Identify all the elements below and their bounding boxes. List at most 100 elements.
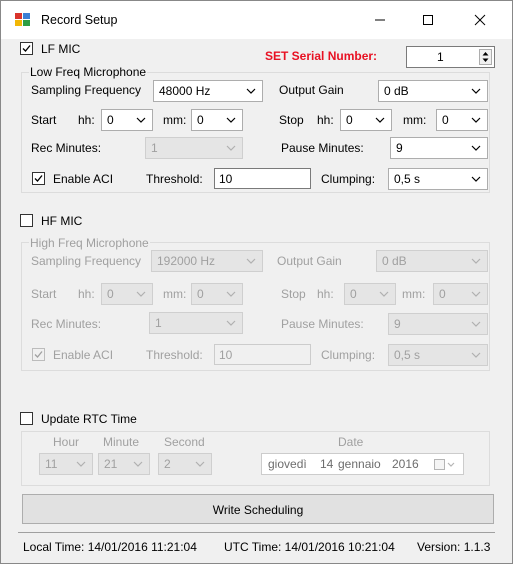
hf-gain-value: 0 dB <box>382 254 407 268</box>
chevron-down-icon <box>195 457 205 471</box>
rtc-date-label: Date <box>338 435 364 449</box>
lf-stop-mm-label: mm: <box>403 113 427 127</box>
hf-start-hh-label: hh: <box>78 287 95 301</box>
maximize-button[interactable] <box>405 1 451 39</box>
hf-gain-label: Output Gain <box>277 254 342 268</box>
hf-start-label: Start <box>31 287 57 301</box>
lf-rec-minutes-label: Rec Minutes: <box>31 141 102 155</box>
status-separator <box>18 532 495 533</box>
rtc-date-year: 2016 <box>392 457 419 471</box>
status-utc-time: UTC Time: 14/01/2016 10:21:04 <box>224 540 395 554</box>
chevron-down-icon <box>379 287 389 301</box>
chevron-down-icon <box>471 84 481 98</box>
update-rtc-checkbox[interactable] <box>20 412 33 425</box>
chevron-down-icon <box>471 113 481 127</box>
close-button[interactable] <box>457 1 503 39</box>
chevron-down-icon <box>471 141 481 155</box>
lf-sampling-select[interactable]: 48000 Hz <box>153 80 263 102</box>
chevron-down-icon <box>226 113 236 127</box>
hf-rec-minutes-label: Rec Minutes: <box>31 317 102 331</box>
lf-enable-aci-checkbox[interactable] <box>32 172 45 185</box>
rtc-date-picker[interactable]: giovedì 14 gennaio 2016 <box>261 453 464 475</box>
hf-mic-label: HF MIC <box>41 214 83 228</box>
lf-pause-minutes-label: Pause Minutes: <box>281 141 364 155</box>
hf-stop-hh-value: 0 <box>350 287 357 301</box>
hf-threshold-value: 10 <box>219 348 233 362</box>
lf-start-mm-select[interactable]: 0 <box>191 109 243 131</box>
lf-threshold-input[interactable]: 10 <box>214 168 311 189</box>
lf-stop-hh-select[interactable]: 0 <box>340 109 392 131</box>
lf-gain-select[interactable]: 0 dB <box>378 80 488 102</box>
spinner-arrows-icon[interactable] <box>479 49 492 65</box>
hf-pause-minutes-select[interactable]: 9 <box>388 313 488 335</box>
chevron-down-icon <box>471 317 481 331</box>
hf-group-title: High Freq Microphone <box>29 236 150 250</box>
hf-start-mm-select[interactable]: 0 <box>191 283 243 305</box>
lf-clumping-select[interactable]: 0,5 s <box>388 168 488 190</box>
lf-mic-checkbox[interactable] <box>20 42 33 55</box>
status-version: Version: 1.1.3 <box>417 540 491 554</box>
record-setup-window: Record Setup LF MIC SET Serial Number: 1… <box>0 0 513 564</box>
update-rtc-label: Update RTC Time <box>41 412 137 426</box>
checkmark-icon <box>34 175 43 182</box>
lf-threshold-value: 10 <box>219 172 233 186</box>
lf-start-hh-value: 0 <box>107 113 114 127</box>
calendar-icon[interactable] <box>434 458 456 471</box>
lf-start-hh-label: hh: <box>78 113 95 127</box>
lf-group-title: Low Freq Microphone <box>29 65 148 79</box>
chevron-down-icon <box>226 287 236 301</box>
lf-stop-mm-select[interactable]: 0 <box>436 109 488 131</box>
rtc-date-month: gennaio <box>338 457 381 471</box>
lf-pause-minutes-value: 9 <box>396 141 403 155</box>
rtc-hour-select[interactable]: 11 <box>39 453 93 475</box>
hf-start-mm-label: mm: <box>163 287 187 301</box>
hf-sampling-label: Sampling Frequency <box>31 254 142 268</box>
window-title: Record Setup <box>41 13 118 27</box>
hf-threshold-label: Threshold: <box>146 348 203 362</box>
lf-start-mm-label: mm: <box>163 113 187 127</box>
lf-gain-value: 0 dB <box>384 84 409 98</box>
hf-start-hh-value: 0 <box>107 287 114 301</box>
hf-enable-aci-checkbox[interactable] <box>32 348 45 361</box>
chevron-down-icon <box>136 287 146 301</box>
rtc-second-label: Second <box>164 435 205 449</box>
hf-clumping-select[interactable]: 0,5 s <box>388 344 488 366</box>
rtc-date-day: 14 <box>320 457 334 471</box>
hf-stop-hh-label: hh: <box>317 287 334 301</box>
hf-rec-minutes-select[interactable]: 1 <box>149 312 243 334</box>
hf-start-hh-select[interactable]: 0 <box>101 283 153 305</box>
hf-stop-mm-select[interactable]: 0 <box>433 283 488 305</box>
hf-threshold-input[interactable]: 10 <box>214 344 311 365</box>
hf-gain-select[interactable]: 0 dB <box>376 250 488 272</box>
lf-rec-minutes-value: 1 <box>151 141 158 155</box>
lf-start-hh-select[interactable]: 0 <box>101 109 153 131</box>
checkmark-icon <box>34 351 43 358</box>
lf-pause-minutes-select[interactable]: 9 <box>390 137 488 159</box>
rtc-second-select[interactable]: 2 <box>158 453 212 475</box>
hf-start-mm-value: 0 <box>197 287 204 301</box>
hf-sampling-select[interactable]: 192000 Hz <box>151 250 263 272</box>
chevron-down-icon <box>471 254 481 268</box>
hf-mic-checkbox[interactable] <box>20 214 33 227</box>
hf-pause-minutes-value: 9 <box>394 317 401 331</box>
hf-stop-hh-select[interactable]: 0 <box>344 283 396 305</box>
minimize-button[interactable] <box>357 1 403 39</box>
chevron-down-icon <box>226 141 236 155</box>
hf-rec-minutes-value: 1 <box>155 316 162 330</box>
write-scheduling-button[interactable]: Write Scheduling <box>22 494 494 524</box>
rtc-hour-label: Hour <box>53 435 80 449</box>
lf-gain-label: Output Gain <box>279 83 344 97</box>
lf-threshold-label: Threshold: <box>146 172 203 186</box>
rtc-minute-select[interactable]: 21 <box>98 453 150 475</box>
chevron-down-icon <box>76 457 86 471</box>
write-scheduling-label: Write Scheduling <box>212 503 304 517</box>
chevron-down-icon <box>471 287 481 301</box>
lf-start-label: Start <box>31 113 57 127</box>
chevron-down-icon <box>133 457 143 471</box>
lf-rec-minutes-select[interactable]: 1 <box>145 137 243 159</box>
hf-pause-minutes-label: Pause Minutes: <box>281 317 364 331</box>
lf-mic-label: LF MIC <box>41 42 81 56</box>
chevron-down-icon <box>471 172 481 186</box>
serial-number-spinner[interactable]: 1 <box>406 46 495 68</box>
lf-start-mm-value: 0 <box>197 113 204 127</box>
